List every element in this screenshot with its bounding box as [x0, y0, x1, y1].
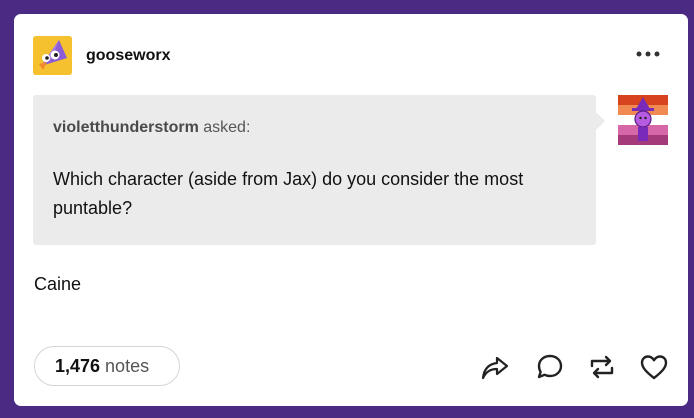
notes-count: 1,476 — [55, 355, 101, 376]
more-options-icon[interactable] — [634, 44, 664, 64]
ask-header: violetthunderstorm asked: — [53, 119, 250, 137]
asker-avatar-image — [618, 95, 668, 145]
reply-icon[interactable] — [535, 352, 565, 382]
author-username[interactable]: gooseworx — [86, 47, 170, 65]
asker-username[interactable]: violetthunderstorm — [53, 119, 199, 136]
answer-text: Caine — [34, 274, 82, 294]
share-icon[interactable] — [480, 352, 510, 382]
author-avatar[interactable] — [33, 36, 72, 75]
ask-box: violetthunderstorm asked: Which characte… — [33, 95, 596, 245]
ask-bubble-tail — [596, 112, 605, 130]
reblog-icon[interactable] — [587, 352, 617, 382]
post-card: gooseworx violetthunderstorm asked: Whic… — [14, 14, 688, 406]
author-avatar-image — [33, 36, 72, 75]
asker-avatar[interactable] — [618, 95, 668, 145]
heart-icon[interactable] — [639, 352, 669, 382]
notes-button[interactable]: 1,476 notes — [34, 346, 180, 386]
asked-label: asked: — [203, 119, 251, 136]
ask-question: Which character (aside from Jax) do you … — [53, 169, 524, 218]
notes-label: notes — [105, 355, 150, 376]
